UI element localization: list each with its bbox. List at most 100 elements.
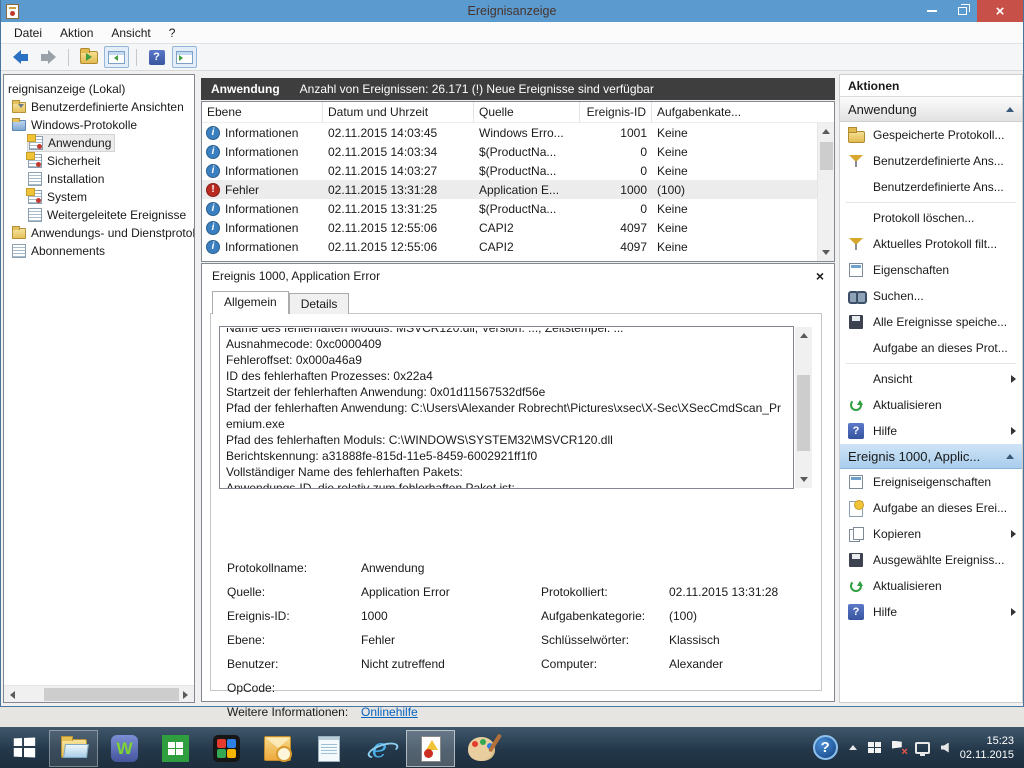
description-scrollbar[interactable] [795, 327, 812, 488]
title-bar[interactable]: Ereignisanzeige [1, 0, 1023, 22]
minimize-button[interactable] [917, 0, 947, 22]
tray-expand-icon[interactable] [849, 745, 857, 750]
forward-button[interactable] [36, 46, 61, 68]
collapse-caret-icon[interactable] [1006, 454, 1014, 459]
tree-horizontal-scrollbar[interactable] [4, 685, 194, 702]
notepad-icon [318, 736, 340, 762]
action-ausgewaehlte-ereignisse[interactable]: Ausgewählte Ereigniss... [840, 547, 1022, 573]
onlinehilfe-link[interactable]: Onlinehilfe [361, 705, 418, 719]
actions-section-ereignis[interactable]: Ereignis 1000, Applic... [840, 444, 1022, 469]
start-button[interactable] [0, 727, 48, 768]
action-kopieren[interactable]: Kopieren [840, 521, 1022, 547]
tree-item-windows-logs[interactable]: Windows-Protokolle [4, 116, 194, 134]
tray-windows-icon[interactable] [868, 742, 881, 753]
taskbar-store[interactable] [151, 730, 200, 767]
event-row[interactable]: Informationen 02.11.2015 14:03:45Windows… [202, 123, 817, 142]
taskbar-puzzle-app[interactable] [202, 730, 251, 767]
filter-icon [848, 236, 864, 252]
taskbar-outlook[interactable] [253, 730, 302, 767]
action-aufgabe-an-ereignis[interactable]: Aufgabe an dieses Erei... [840, 495, 1022, 521]
taskbar-event-viewer[interactable] [406, 730, 455, 767]
close-detail-icon[interactable] [816, 269, 824, 283]
action-suchen[interactable]: Suchen... [840, 283, 1022, 309]
open-saved-log-button[interactable] [76, 46, 101, 68]
toolbar-separator [68, 49, 69, 66]
column-datum[interactable]: Datum und Uhrzeit [323, 102, 474, 122]
tab-allgemein[interactable]: Allgemein [212, 291, 289, 314]
action-ereigniseigenschaften[interactable]: Ereigniseigenschaften [840, 469, 1022, 495]
help-toolbar-button[interactable] [144, 46, 169, 68]
event-row-selected[interactable]: Fehler 02.11.2015 13:31:28Application E.… [202, 180, 817, 199]
desktop: { "window": { "title": "Ereignisanzeige"… [0, 0, 1024, 768]
action-aktualisieren-2[interactable]: Aktualisieren [840, 573, 1022, 599]
action-protokoll-loeschen[interactable]: Protokoll löschen... [840, 205, 1022, 231]
tree-item-system[interactable]: System [4, 188, 194, 206]
action-alle-ereignisse-speichern[interactable]: Alle Ereignisse speiche... [840, 309, 1022, 335]
action-aktuelles-protokoll-filtern[interactable]: Aktuelles Protokoll filt... [840, 231, 1022, 257]
scroll-up-button[interactable] [817, 123, 834, 140]
taskbar-internet-explorer[interactable]: e [355, 730, 404, 767]
tray-help-icon[interactable] [813, 735, 838, 760]
scroll-up-button[interactable] [795, 327, 812, 344]
tree-item-anwendung[interactable]: Anwendung [4, 134, 194, 152]
actions-section-anwendung[interactable]: Anwendung [840, 97, 1022, 122]
tree-item-abonnements[interactable]: Abonnements [4, 242, 194, 260]
column-quelle[interactable]: Quelle [474, 102, 580, 122]
tab-details[interactable]: Details [289, 293, 350, 314]
volume-icon[interactable] [941, 743, 949, 753]
detail-tabs: Allgemein Details [212, 293, 349, 314]
tree-item-sicherheit[interactable]: Sicherheit [4, 152, 194, 170]
restore-button[interactable] [947, 0, 977, 22]
scrollbar-thumb[interactable] [797, 375, 810, 451]
action-aufgabe-an-protokoll[interactable]: Aufgabe an dieses Prot... [840, 335, 1022, 361]
tree-item-root[interactable]: reignisanzeige (Lokal) [4, 80, 194, 98]
scrollbar-thumb[interactable] [44, 688, 179, 701]
tree-item-custom-views[interactable]: Benutzerdefinierte Ansichten [4, 98, 194, 116]
refresh-icon [848, 578, 864, 594]
action-eigenschaften[interactable]: Eigenschaften [840, 257, 1022, 283]
action-center-flag-icon[interactable] [892, 741, 904, 755]
event-row[interactable]: Informationen 02.11.2015 12:55:06CAPI240… [202, 237, 817, 256]
back-button[interactable] [8, 46, 33, 68]
event-row[interactable]: Informationen 02.11.2015 14:03:34$(Produ… [202, 142, 817, 161]
tree-item-app-service-logs[interactable]: Anwendungs- und Dienstprotokol [4, 224, 194, 242]
taskbar-w-app[interactable]: W [100, 730, 149, 767]
scrollbar-thumb[interactable] [820, 142, 833, 170]
action-hilfe[interactable]: Hilfe [840, 418, 1022, 444]
menu-ansicht[interactable]: Ansicht [102, 23, 159, 43]
action-benutzerdefinierte-ansicht[interactable]: Benutzerdefinierte Ans... [840, 148, 1022, 174]
taskbar-clock[interactable]: 15:23 02.11.2015 [960, 734, 1014, 762]
taskbar-file-explorer[interactable] [49, 730, 98, 767]
menu-aktion[interactable]: Aktion [51, 23, 102, 43]
event-viewer-window: Ereignisanzeige Datei Aktion Ansicht ? r… [0, 0, 1024, 707]
event-row[interactable]: Informationen 02.11.2015 14:03:27$(Produ… [202, 161, 817, 180]
action-hilfe-2[interactable]: Hilfe [840, 599, 1022, 625]
action-aktualisieren[interactable]: Aktualisieren [840, 392, 1022, 418]
console-tree-toggle-button[interactable] [104, 46, 129, 68]
action-ansicht[interactable]: Ansicht [840, 366, 1022, 392]
tree-item-installation[interactable]: Installation [4, 170, 194, 188]
action-benutzerdefinierte-ansicht-2[interactable]: Benutzerdefinierte Ans... [840, 174, 1022, 200]
column-ebene[interactable]: Ebene [202, 102, 323, 122]
event-list-scrollbar[interactable] [817, 123, 834, 261]
taskbar-notepad[interactable] [304, 730, 353, 767]
close-button[interactable] [977, 0, 1023, 22]
tree-item-forwarded-events[interactable]: Weitergeleitete Ereignisse [4, 206, 194, 224]
action-gespeicherte-protokolle[interactable]: Gespeicherte Protokoll... [840, 122, 1022, 148]
scroll-left-button[interactable] [4, 686, 21, 703]
event-description-textbox[interactable]: Name des fehlerhaften Moduls: MSVCR120.d… [219, 326, 794, 489]
column-ereignis-id[interactable]: Ereignis-ID [580, 102, 652, 122]
event-row[interactable]: Informationen 02.11.2015 13:31:25$(Produ… [202, 199, 817, 218]
taskbar-paint[interactable] [457, 730, 506, 767]
event-row[interactable]: Informationen 02.11.2015 12:55:06CAPI240… [202, 218, 817, 237]
scroll-down-button[interactable] [795, 471, 812, 488]
scroll-right-button[interactable] [177, 686, 194, 703]
column-aufgabenkategorie[interactable]: Aufgabenkate... [652, 102, 834, 122]
scroll-down-button[interactable] [817, 244, 834, 261]
menu-help[interactable]: ? [160, 23, 185, 43]
collapse-caret-icon[interactable] [1006, 107, 1014, 112]
network-icon[interactable] [915, 742, 930, 754]
restore-icon [958, 7, 967, 15]
menu-datei[interactable]: Datei [5, 23, 51, 43]
action-pane-toggle-button[interactable] [172, 46, 197, 68]
